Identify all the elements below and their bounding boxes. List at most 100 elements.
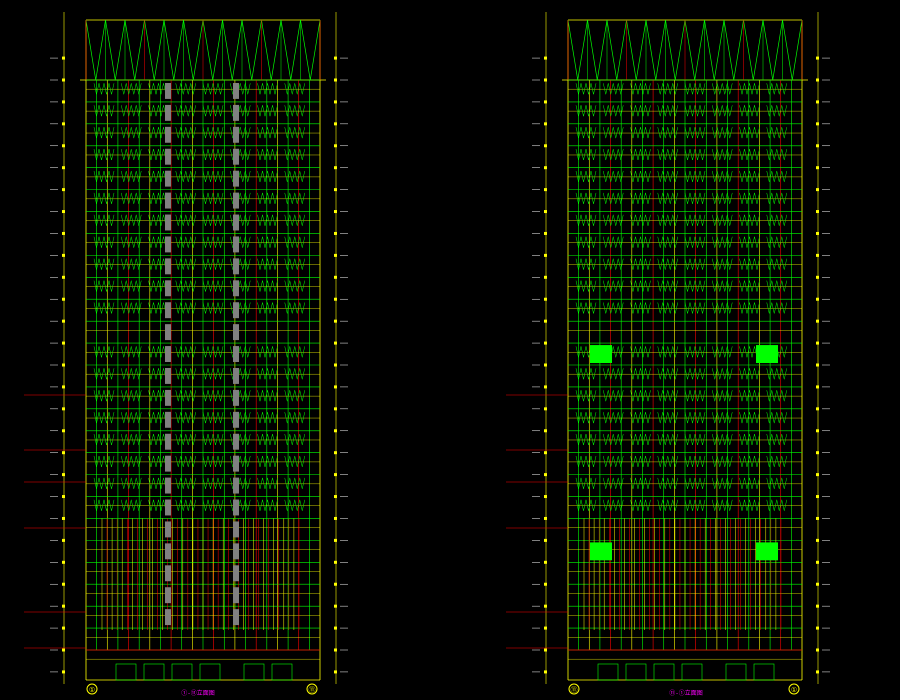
level-marker — [334, 56, 337, 60]
level-marker — [62, 473, 65, 477]
level-marker — [544, 385, 547, 389]
level-marker — [62, 582, 65, 586]
gray-panel — [233, 543, 239, 560]
level-marker — [816, 275, 819, 279]
level-marker — [816, 538, 819, 542]
level-marker — [544, 429, 547, 433]
gray-panel — [233, 587, 239, 604]
level-marker — [816, 560, 819, 564]
level-marker — [62, 604, 65, 608]
level-marker — [544, 78, 547, 82]
gray-panel — [233, 83, 239, 99]
gray-panel — [165, 455, 171, 472]
level-marker — [544, 560, 547, 564]
level-marker — [62, 451, 65, 455]
level-marker — [62, 144, 65, 148]
level-marker — [62, 275, 65, 279]
level-marker — [62, 297, 65, 301]
level-marker — [816, 582, 819, 586]
level-marker — [62, 341, 65, 345]
level-marker — [544, 166, 547, 170]
level-marker — [816, 670, 819, 674]
gray-panel — [165, 346, 171, 362]
level-marker — [334, 626, 337, 630]
gray-panel — [233, 258, 239, 275]
level-marker — [334, 451, 337, 455]
level-marker — [544, 319, 547, 323]
level-marker — [544, 670, 547, 674]
level-marker — [334, 363, 337, 367]
level-marker — [334, 275, 337, 279]
gray-panel — [165, 324, 171, 341]
level-marker — [334, 560, 337, 564]
level-marker — [62, 560, 65, 564]
level-marker — [544, 122, 547, 126]
level-marker — [816, 144, 819, 148]
level-marker — [62, 538, 65, 542]
level-marker — [62, 188, 65, 192]
green-highlight-block — [590, 345, 612, 363]
level-marker — [62, 253, 65, 257]
level-marker — [334, 582, 337, 586]
level-marker — [544, 407, 547, 411]
level-marker — [62, 231, 65, 235]
level-marker — [544, 626, 547, 630]
gray-panel — [233, 214, 239, 231]
gray-panel — [233, 302, 239, 319]
level-marker — [334, 495, 337, 499]
gray-panel — [233, 324, 239, 341]
level-marker — [334, 429, 337, 433]
gray-panel — [233, 148, 239, 165]
level-marker — [544, 538, 547, 542]
level-marker — [334, 516, 337, 520]
level-marker — [62, 78, 65, 82]
gray-panel — [233, 280, 239, 297]
level-marker — [62, 626, 65, 630]
level-marker — [62, 670, 65, 674]
gray-panel — [233, 433, 239, 450]
level-marker — [816, 78, 819, 82]
gray-panel — [165, 104, 171, 121]
level-marker — [816, 231, 819, 235]
level-marker — [816, 56, 819, 60]
level-marker — [62, 363, 65, 367]
level-marker — [816, 253, 819, 257]
level-marker — [334, 78, 337, 82]
level-marker — [334, 297, 337, 301]
level-marker — [816, 495, 819, 499]
level-marker — [544, 473, 547, 477]
level-marker — [334, 473, 337, 477]
green-highlight-block — [756, 345, 778, 363]
gray-panel — [233, 192, 239, 209]
level-marker — [62, 495, 65, 499]
level-marker — [816, 188, 819, 192]
level-marker — [544, 604, 547, 608]
gray-panel — [165, 280, 171, 297]
gray-panel — [165, 258, 171, 275]
level-marker — [334, 231, 337, 235]
level-marker — [62, 648, 65, 652]
gray-panel — [165, 170, 171, 187]
level-marker — [544, 210, 547, 214]
gray-panel — [165, 565, 171, 582]
gray-panel — [165, 521, 171, 538]
gray-panel — [165, 587, 171, 604]
level-marker — [816, 319, 819, 323]
gray-panel — [165, 433, 171, 450]
gray-panel — [233, 126, 239, 143]
gray-panel — [165, 543, 171, 560]
gray-panel — [165, 477, 171, 494]
level-marker — [544, 582, 547, 586]
gray-panel — [165, 83, 171, 99]
level-marker — [544, 144, 547, 148]
gray-panel — [165, 148, 171, 165]
level-marker — [334, 100, 337, 104]
level-marker — [334, 407, 337, 411]
level-marker — [544, 100, 547, 104]
level-marker — [816, 363, 819, 367]
level-marker — [816, 297, 819, 301]
right-axis-end-label: ① — [791, 686, 797, 694]
gray-panel — [165, 368, 171, 384]
gray-panel — [165, 236, 171, 253]
level-marker — [334, 648, 337, 652]
